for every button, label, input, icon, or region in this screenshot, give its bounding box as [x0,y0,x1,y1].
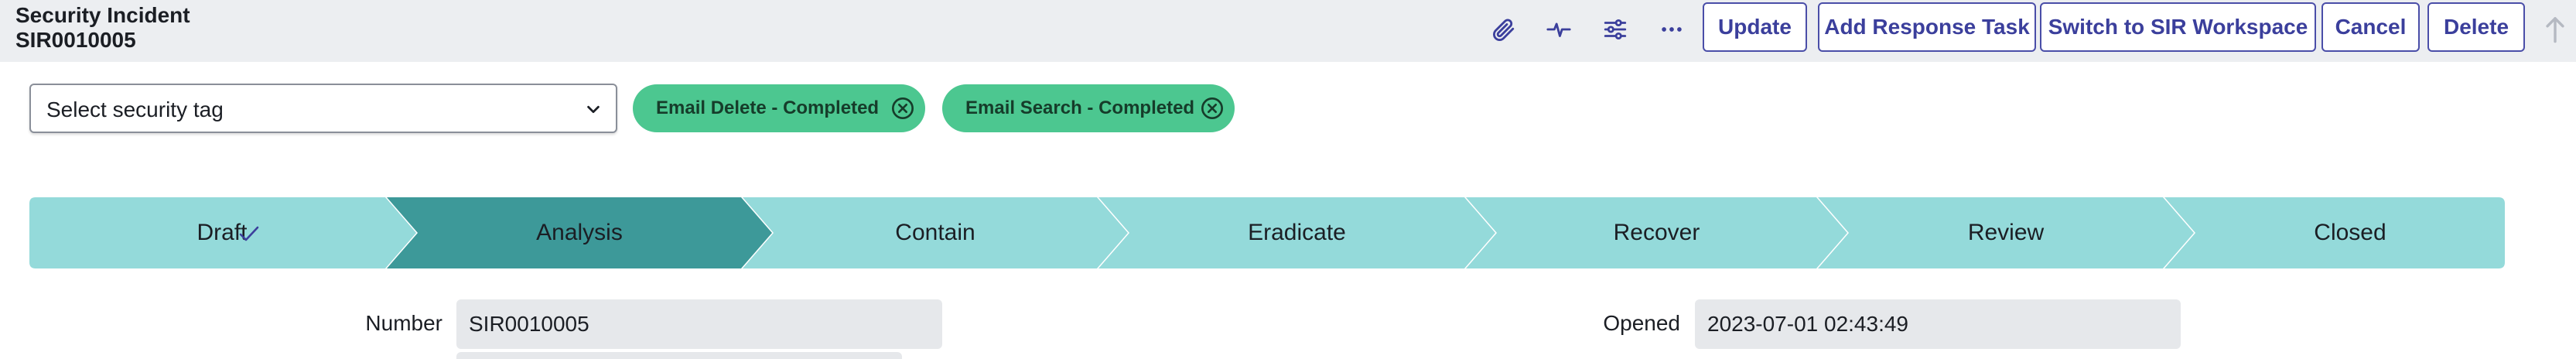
number-field-label: Number [365,311,442,335]
checkmark-icon [239,226,259,241]
stage-label-recover: Recover [1613,220,1700,245]
next-field-edge [456,352,902,359]
settings-sliders-icon[interactable] [1597,11,1634,48]
stage-label-analysis: Analysis [536,220,623,245]
number-field[interactable]: SIR0010005 [456,299,942,349]
tag-chip-email-search: Email Search - Completed [942,84,1235,132]
add-response-task-button[interactable]: Add Response Task [1818,2,2036,52]
record-type: Security Incident [15,3,190,27]
chevron-down-icon [587,105,600,114]
more-options-icon[interactable] [1653,11,1690,48]
scroll-up-icon[interactable] [2542,14,2568,45]
record-title: Security Incident SIR0010005 [15,3,190,53]
security-tag-select[interactable]: Select security tag [29,84,617,133]
stage-label-eradicate: Eradicate [1248,220,1346,245]
record-number: SIR0010005 [15,28,136,52]
switch-workspace-button[interactable]: Switch to SIR Workspace [2040,2,2316,52]
stage-label-draft: Draft [196,220,248,245]
tag-chip-label: Email Delete - Completed [656,97,880,118]
opened-field[interactable]: 2023-07-01 02:43:49 [1695,299,2181,349]
stage-label-closed: Closed [2314,220,2386,245]
record-header: Security Incident SIR0010005 Update Add … [0,0,2576,62]
remove-tag-icon[interactable] [1200,96,1225,121]
tag-chip-label: Email Search - Completed [965,97,1195,118]
tag-chip-email-delete: Email Delete - Completed [633,84,925,132]
cancel-button[interactable]: Cancel [2321,2,2420,52]
paperclip-icon[interactable] [1484,11,1522,48]
activity-icon[interactable] [1540,11,1577,48]
stage-label-review: Review [1967,220,2045,245]
remove-tag-icon[interactable] [890,96,915,121]
opened-field-label: Opened [1603,311,1680,335]
update-button[interactable]: Update [1703,2,1807,52]
security-tag-select-label: Select security tag [46,97,224,121]
stage-label-contain: Contain [895,220,975,245]
delete-button[interactable]: Delete [2427,2,2525,52]
